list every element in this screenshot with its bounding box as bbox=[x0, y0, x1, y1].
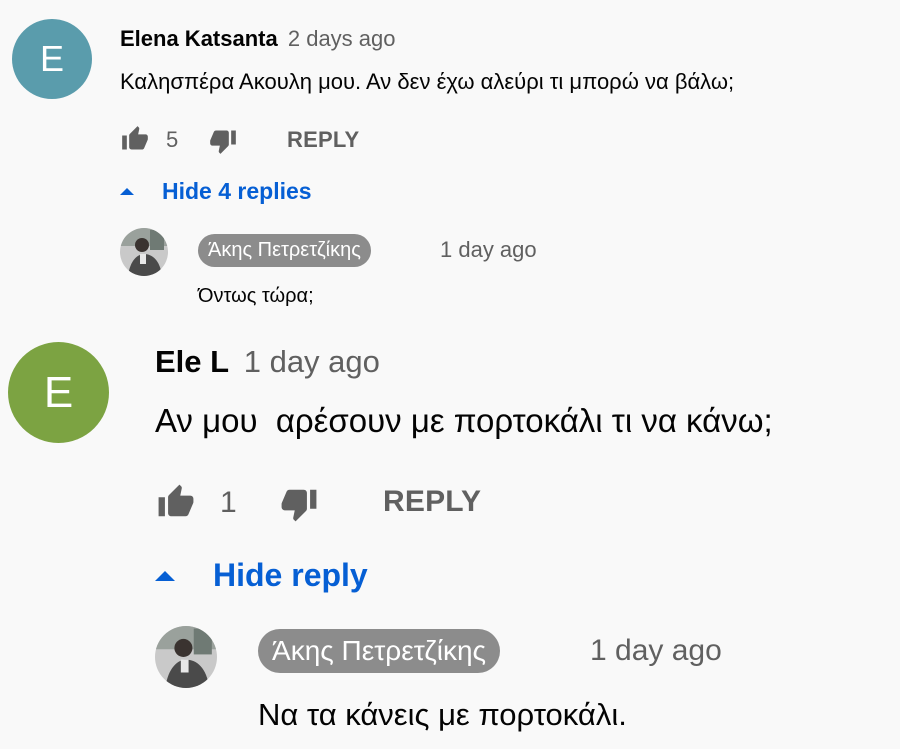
dislike-button[interactable] bbox=[278, 484, 320, 524]
hide-replies-button[interactable]: Hide 4 replies bbox=[120, 178, 312, 205]
comment-timestamp[interactable]: 2 days ago bbox=[288, 26, 396, 51]
comment-text: Αν μου αρέσουν με πορτοκάλι τι να κάνω; bbox=[155, 402, 773, 439]
comment-header: Ele L 1 day ago bbox=[155, 344, 380, 380]
reply-text: Όντως τώρα; bbox=[198, 285, 314, 307]
thumb-up-icon bbox=[158, 484, 194, 517]
reply-author-chip[interactable]: Άκης Πετρετζίκης bbox=[258, 629, 501, 673]
reply-author-chip[interactable]: Άκης Πετρετζίκης bbox=[198, 234, 371, 267]
author-photo bbox=[155, 626, 217, 688]
hide-replies-label: Hide 4 replies bbox=[162, 178, 312, 204]
comment-timestamp[interactable]: 1 day ago bbox=[244, 344, 380, 379]
avatar-letter: E bbox=[43, 367, 74, 417]
caret-up-icon bbox=[120, 188, 134, 195]
author-photo bbox=[120, 228, 168, 276]
like-count: 5 bbox=[166, 127, 179, 152]
user-avatar[interactable]: E bbox=[12, 19, 92, 99]
comment-text: Καλησπέρα Ακουλη μου. Αν δεν έχω αλεύρι … bbox=[120, 69, 735, 94]
thumb-up-icon bbox=[122, 126, 148, 150]
reply-timestamp[interactable]: 1 day ago bbox=[590, 634, 722, 668]
hide-replies-button[interactable]: Hide reply bbox=[155, 557, 368, 594]
user-avatar[interactable]: E bbox=[8, 342, 109, 443]
reply-text: Να τα κάνεις με πορτοκάλι. bbox=[258, 697, 627, 732]
reply-timestamp[interactable]: 1 day ago bbox=[440, 237, 537, 263]
thumb-down-icon bbox=[281, 489, 317, 522]
caret-up-icon bbox=[155, 570, 175, 581]
dislike-button[interactable] bbox=[208, 126, 238, 156]
comment-header: Elena Katsanta 2 days ago bbox=[120, 26, 396, 52]
reply-button[interactable]: REPLY bbox=[287, 127, 359, 153]
author-photo-avatar[interactable] bbox=[155, 626, 217, 688]
avatar-letter: E bbox=[39, 38, 64, 79]
hide-replies-label: Hide reply bbox=[213, 557, 368, 593]
author-photo-avatar[interactable] bbox=[120, 228, 168, 276]
comment-author[interactable]: Ele L bbox=[155, 344, 229, 379]
like-count: 1 bbox=[220, 486, 237, 519]
comment-author[interactable]: Elena Katsanta bbox=[120, 26, 278, 51]
reply-button[interactable]: REPLY bbox=[383, 485, 481, 519]
thumb-down-icon bbox=[210, 130, 236, 154]
like-button[interactable] bbox=[120, 124, 150, 154]
like-button[interactable] bbox=[155, 482, 197, 522]
